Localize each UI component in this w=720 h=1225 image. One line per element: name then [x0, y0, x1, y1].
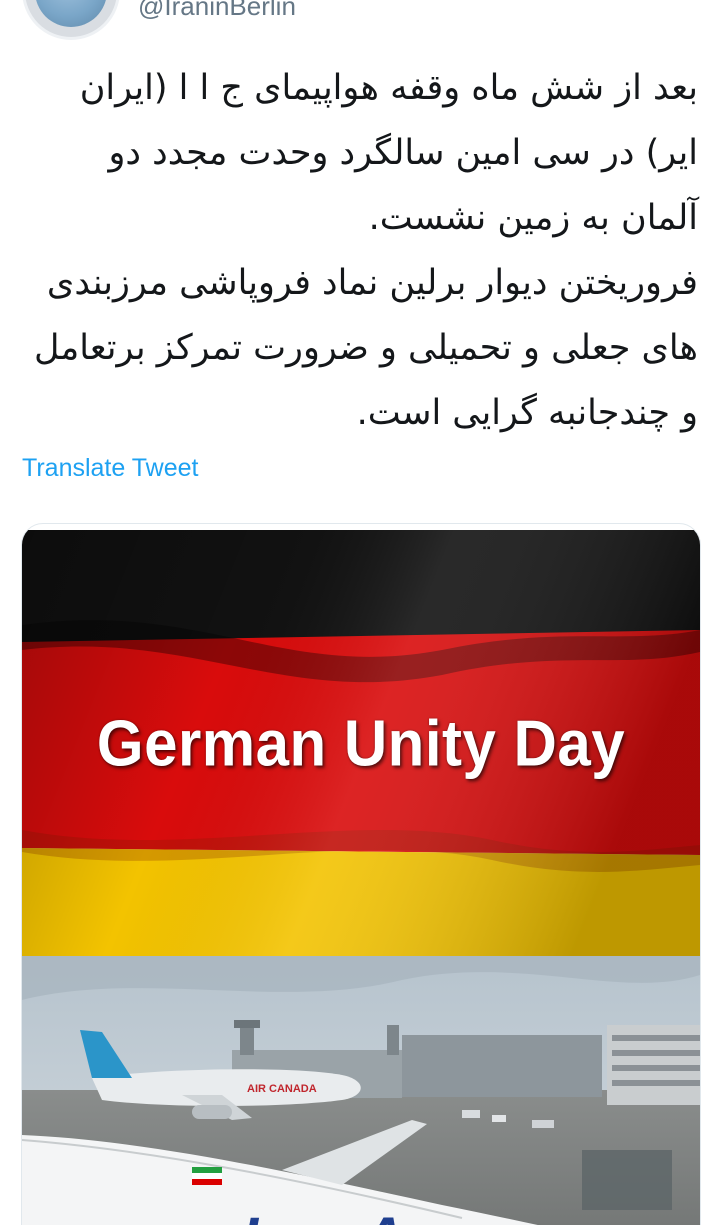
tweet-text: بعد از شش ماه وقفه هواپیمای ج ا ا (ایران… [22, 56, 698, 446]
avatar-image [35, 0, 107, 27]
airport-photo: AIR CANADA Iran A [22, 956, 700, 1225]
avatar[interactable] [22, 0, 120, 40]
media-card[interactable]: AIR CANADA Iran A German Unity Day [21, 523, 701, 1225]
svg-text:AIR CANADA: AIR CANADA [247, 1083, 317, 1095]
media-image[interactable]: AIR CANADA Iran A [22, 530, 700, 1225]
tweet-paragraph-1: بعد از شش ماه وقفه هواپیمای ج ا ا (ایران… [79, 68, 698, 238]
tweet-paragraph-2: فروریختن دیوار برلین نماد فروپاشی مرزبند… [33, 263, 698, 433]
user-handle[interactable]: @IraninBerlin [138, 0, 296, 22]
translate-tweet-link[interactable]: Translate Tweet [22, 454, 198, 483]
tweet-page: @IraninBerlin بعد از شش ماه وقفه هواپیما… [0, 0, 720, 1225]
overlay-title: German Unity Day [96, 707, 626, 780]
svg-text:Iran A: Iran A [242, 1206, 404, 1225]
